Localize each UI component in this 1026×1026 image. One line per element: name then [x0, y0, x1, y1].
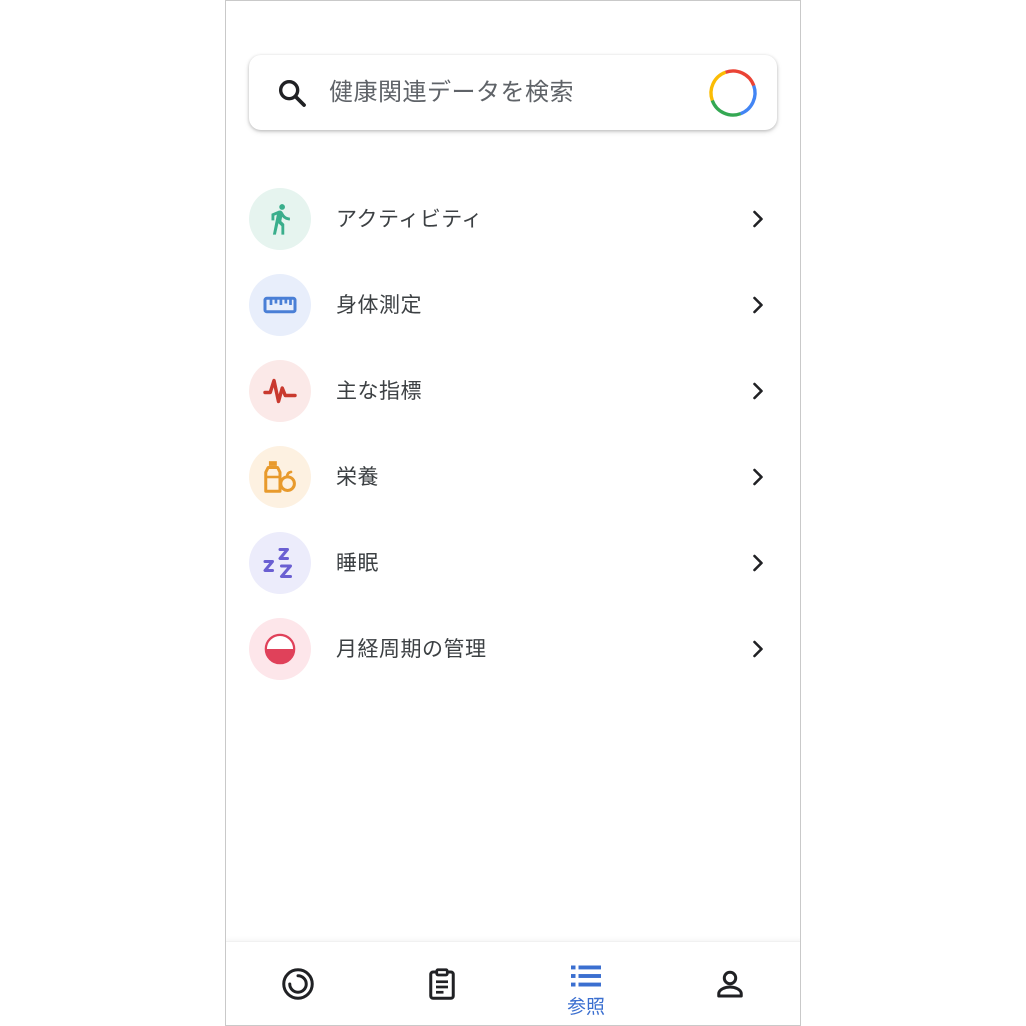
category-icon-badge [249, 446, 311, 508]
chevron-right-icon [753, 382, 763, 400]
category-item-activity[interactable]: アクティビティ [226, 175, 800, 261]
search-bar[interactable]: 健康関連データを検索 [249, 55, 777, 130]
category-item-vitals[interactable]: 主な指標 [226, 347, 800, 433]
chevron-right-icon [753, 640, 763, 658]
chevron-right-icon [753, 296, 763, 314]
nutrition-icon [264, 461, 296, 493]
nav-label-browse: 参照 [566, 996, 605, 1018]
nav-item-browse[interactable]: 参照 [514, 942, 658, 1025]
category-label: 月経周期の管理 [336, 637, 487, 661]
category-item-sleep[interactable]: 睡眠 [226, 519, 800, 605]
phone-screen: 健康関連データを検索 アクティビティ 身体測定 主な指標 栄養 睡眠 月経周期の… [225, 0, 801, 1026]
cycle-tracking-icon [264, 633, 296, 665]
category-item-cycle-tracking[interactable]: 月経周期の管理 [226, 605, 800, 691]
category-item-nutrition[interactable]: 栄養 [226, 433, 800, 519]
running-person-icon [271, 204, 290, 235]
chevron-right-icon [753, 468, 763, 486]
category-item-body-measurements[interactable]: 身体測定 [226, 261, 800, 347]
category-list: アクティビティ 身体測定 主な指標 栄養 睡眠 月経周期の管理 [226, 175, 800, 691]
home-ring-icon [282, 968, 314, 1000]
clipboard-icon [429, 968, 455, 1000]
category-label: 身体測定 [336, 293, 422, 317]
nav-item-profile[interactable] [658, 942, 800, 1025]
chevron-right-icon [753, 554, 763, 572]
list-icon [571, 965, 601, 987]
category-icon-badge [249, 274, 311, 336]
bottom-navigation: 参照 [226, 941, 800, 1025]
category-icon-badge [249, 618, 311, 680]
category-icon-badge [249, 360, 311, 422]
google-assistant-icon[interactable] [707, 67, 759, 119]
person-icon [717, 970, 743, 998]
search-icon [278, 79, 306, 107]
category-icon-badge [249, 532, 311, 594]
category-label: 睡眠 [336, 551, 379, 575]
chevron-right-icon [753, 210, 763, 228]
vital-signs-icon [263, 378, 297, 404]
ruler-icon [263, 296, 297, 314]
nav-item-home[interactable] [226, 942, 370, 1025]
category-icon-badge [249, 188, 311, 250]
search-input[interactable]: 健康関連データを検索 [329, 55, 574, 130]
category-label: 栄養 [336, 465, 379, 489]
sleep-zzz-icon [263, 548, 292, 578]
nav-item-journal[interactable] [370, 942, 514, 1025]
category-label: 主な指標 [336, 379, 422, 403]
category-label: アクティビティ [336, 207, 483, 231]
